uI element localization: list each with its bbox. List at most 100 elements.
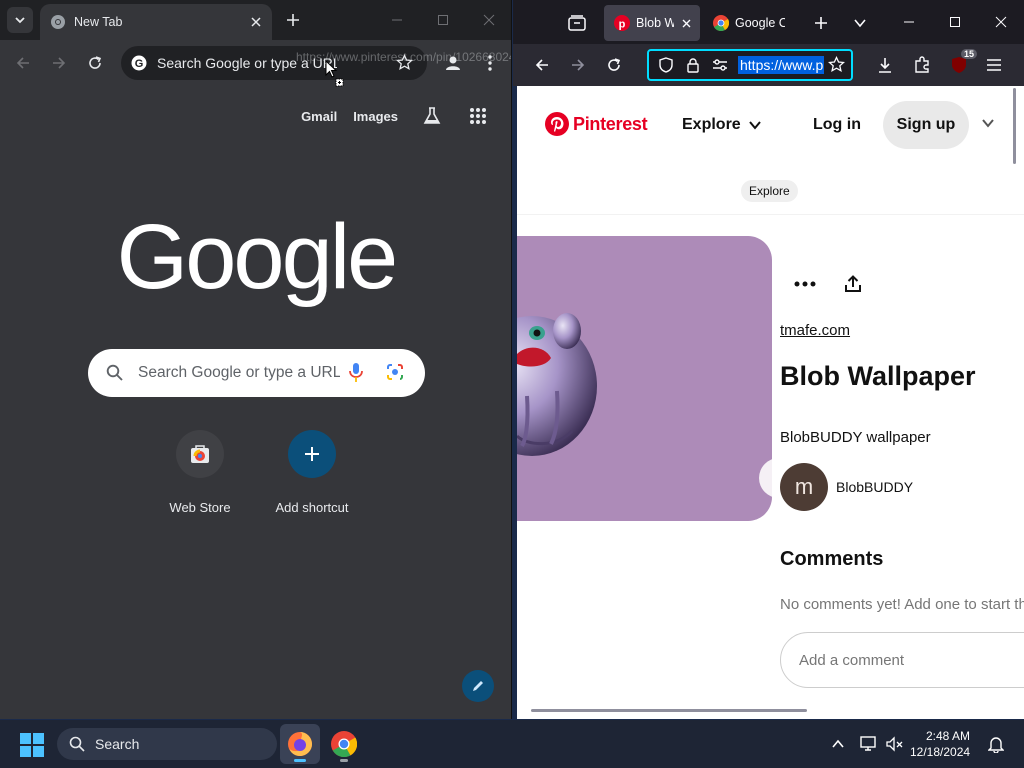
permissions-button[interactable] [711,56,729,74]
chevron-down-icon [748,121,761,130]
gmail-link[interactable]: Gmail [301,109,337,124]
customize-chrome-button[interactable] [462,670,494,702]
close-window-button[interactable] [466,0,511,40]
taskbar-app-firefox[interactable] [280,724,320,764]
maximize-button[interactable] [420,0,466,40]
vertical-scrollbar[interactable] [1013,88,1016,164]
pin-author-name[interactable]: BlobBUDDY [836,479,913,495]
ntp-top-links: Gmail Images [285,104,490,128]
app-menu-button[interactable] [982,53,1006,77]
firefox-view-button[interactable] [565,11,589,35]
reload-button[interactable] [83,51,107,75]
minimize-icon [392,19,402,21]
google-apps-button[interactable] [466,104,490,128]
more-options-button[interactable] [791,274,819,294]
shortcut-add[interactable]: Add shortcut [257,430,367,515]
chevron-down-icon [15,17,25,24]
lock-icon [687,57,699,73]
shield-icon [659,57,673,73]
tab-search-button[interactable] [7,7,33,33]
download-icon [879,58,891,73]
back-button[interactable] [11,51,35,75]
flask-icon [423,107,441,124]
plus-icon [305,447,319,461]
minimize-button[interactable] [374,0,420,40]
visual-search-icon [771,468,772,488]
close-window-button[interactable] [978,0,1024,44]
volume-status[interactable] [883,732,907,756]
tab-google-chrome[interactable]: Google Chrome [703,5,791,41]
firefox-toolbar: https://www.pinterest.com/ 15 [513,44,1024,86]
list-all-tabs-button[interactable] [848,11,872,35]
minimize-button[interactable] [886,0,932,44]
show-hidden-icons-button[interactable] [826,732,850,756]
arrow-right-icon [572,59,585,71]
pinterest-favicon-icon: p [614,15,630,31]
divider [517,214,1024,215]
pin-title: Blob Wallpaper [780,361,976,391]
new-tab-button[interactable] [282,9,304,31]
windows-taskbar: Search 2:48 AM 12/18/2024 [0,720,1024,768]
login-link[interactable]: Log in [813,116,861,134]
plus-icon [287,14,299,26]
pin-source-link[interactable]: tmafe.com [780,322,850,339]
reload-button[interactable] [602,53,626,77]
pinterest-wordmark: Pinterest [573,113,648,134]
extensions-button[interactable] [910,53,934,77]
shortcut-label: Web Store [169,500,231,515]
taskbar-search[interactable]: Search [57,728,277,760]
new-tab-button[interactable] [809,11,833,35]
firefox-window: p Blob Wallpaper Google Chrome [513,0,1024,719]
forward-button[interactable] [566,53,590,77]
avatar[interactable]: m [780,463,828,511]
web-store-tile [176,430,224,478]
bookmark-star-icon[interactable] [828,56,845,73]
explore-label: Explore [682,116,741,133]
notifications-button[interactable] [984,732,1008,756]
pin-image[interactable] [517,236,772,521]
chrome-favicon-icon [713,15,729,31]
explore-menu[interactable]: Explore [682,116,761,134]
maximize-button[interactable] [932,0,978,44]
tab-new-tab[interactable]: New Tab [40,4,272,40]
minimize-icon [904,21,914,23]
url-bar[interactable]: https://www.pinterest.com/ [647,49,853,81]
chevron-down-icon[interactable] [981,116,995,130]
voice-search-icon[interactable] [348,362,364,384]
downloads-button[interactable] [873,53,897,77]
ntp-search-box[interactable]: Search Google or type a URL [88,349,425,397]
breadcrumb-explore[interactable]: Explore [741,180,798,202]
forward-button[interactable] [47,51,71,75]
signup-button[interactable]: Sign up [883,101,969,149]
taskbar-clock[interactable]: 2:48 AM 12/18/2024 [910,728,970,760]
svg-text:p: p [619,19,626,31]
reload-icon [89,56,102,69]
horizontal-scrollbar[interactable] [531,709,807,712]
sliders-icon [713,59,727,71]
pinterest-logo[interactable]: Pinterest [545,112,648,136]
ublock-extension-button[interactable]: 15 [947,49,978,77]
labs-button[interactable] [420,104,444,128]
images-link[interactable]: Images [353,109,398,124]
chevron-down-icon [854,19,866,28]
back-button[interactable] [530,53,554,77]
comments-heading: Comments [780,548,884,570]
search-icon [69,736,85,752]
maximize-icon [950,17,960,27]
site-security-button[interactable] [684,56,702,74]
shortcut-web-store[interactable]: Web Store [145,430,255,515]
google-logo-text: Google [118,206,394,308]
close-tab-button[interactable] [246,12,266,32]
tab-blob-wallpaper[interactable]: p Blob Wallpaper [604,5,700,41]
comment-input[interactable]: Add a comment [780,632,1024,688]
windows-start-button[interactable] [20,733,44,757]
google-lens-icon[interactable] [385,362,405,382]
share-button[interactable] [841,272,865,296]
network-status[interactable] [857,732,881,756]
clock-time: 2:48 AM [925,729,970,743]
close-tab-button[interactable] [678,15,694,31]
tracking-protection-button[interactable] [657,56,675,74]
chrome-window-controls [374,0,511,40]
taskbar-app-chrome[interactable] [324,724,364,764]
reload-icon [608,58,621,71]
